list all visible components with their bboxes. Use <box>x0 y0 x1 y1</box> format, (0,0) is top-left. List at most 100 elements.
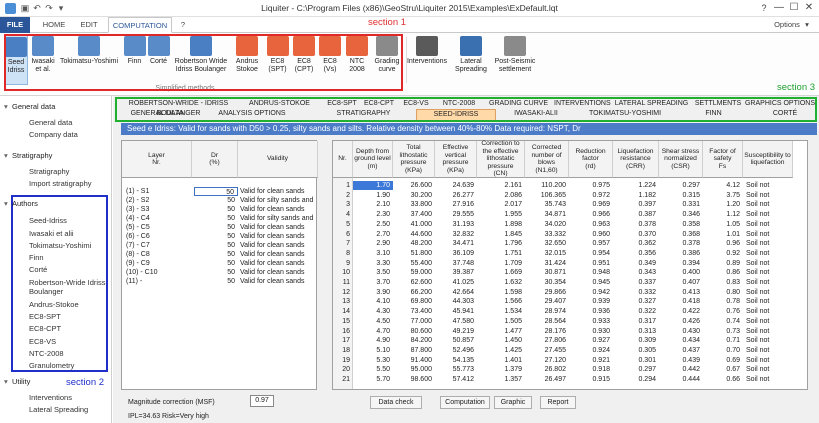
sidebar-item[interactable]: Robertson-Wride Idriss Boulanger <box>29 278 109 296</box>
sidebar-item[interactable]: NTC-2008 <box>29 349 64 358</box>
sidebar-item[interactable]: EC8-VS <box>29 337 56 346</box>
table-row[interactable]: 9 3.30 55.400 37.748 1.709 31.424 0.951 0.349 0.… <box>333 259 807 268</box>
tab-help[interactable]: ? <box>176 17 190 33</box>
tab-finn[interactable]: FINN <box>674 109 753 119</box>
sidebar-group-authors[interactable]: ▾ Authors <box>4 199 38 208</box>
table-row[interactable]: (5) - C5 50 Valid for clean sands <box>122 223 318 232</box>
tab-graphics-options[interactable]: GRAPHICS OPTIONS <box>743 99 817 109</box>
data-check-button[interactable]: Data check <box>370 396 422 409</box>
layer-cell[interactable]: 50 <box>194 205 238 214</box>
ribbon-button-interventions[interactable]: Interventions <box>404 35 450 85</box>
magnitude-input[interactable]: 0.97 <box>250 395 274 407</box>
tab-computation[interactable]: COMPUTATION <box>108 17 172 33</box>
computation-button[interactable]: Computation <box>440 396 490 409</box>
table-row[interactable]: 10 3.50 59.000 39.387 1.669 30.871 0.948 0.343 0… <box>333 268 807 277</box>
sidebar-item[interactable]: Import stratigraphy <box>29 179 92 188</box>
layer-cell[interactable]: 50 <box>194 232 238 241</box>
tab-ntc-2008[interactable]: NTC-2008 <box>435 99 483 109</box>
tab-edit[interactable]: EDIT <box>74 17 104 33</box>
tab-iwasaki-alii[interactable]: IWASAKI-ALII <box>496 109 576 119</box>
table-row[interactable]: 20 5.50 95.000 55.773 1.379 26.802 0.918 0.297 0… <box>333 365 807 374</box>
table-row[interactable]: 1 1.70 26.600 24.639 2.161 110.200 0.975 1.224 0… <box>333 181 807 190</box>
ribbon-button-lateral[interactable]: Lateral Spreading <box>452 35 490 85</box>
table-row[interactable]: 18 5.10 87.800 52.496 1.425 27.455 0.924 0.305 0… <box>333 346 807 355</box>
tab-interventions[interactable]: INTERVENTIONS <box>554 99 611 109</box>
table-row[interactable]: 12 3.90 66.200 42.664 1.598 29.866 0.942 0.332 0… <box>333 288 807 297</box>
table-row[interactable]: (8) - C8 50 Valid for clean sands <box>122 250 318 259</box>
tab-general-data[interactable]: GENERAL DATA <box>121 109 193 119</box>
layer-cell[interactable]: 50 <box>194 187 238 196</box>
table-row[interactable]: 6 2.70 44.600 32.832 1.845 33.332 0.960 0.370 0.… <box>333 230 807 239</box>
tab-ec8-cpt[interactable]: EC8-CPT <box>361 99 397 109</box>
table-row[interactable]: (1) - S1 50 Valid for clean sands <box>122 187 318 196</box>
sidebar-group-general-data[interactable]: ▾ General data <box>4 102 55 111</box>
sidebar-item[interactable]: Corté <box>29 265 47 274</box>
sidebar-item[interactable]: General data <box>29 118 72 127</box>
maximize-button[interactable]: ☐ <box>787 2 801 14</box>
tab-grading-curve[interactable]: GRADING CURVE <box>483 99 554 109</box>
tab-file[interactable]: FILE <box>0 17 30 33</box>
report-button[interactable]: Report <box>540 396 576 409</box>
sidebar-group-utility[interactable]: ▾ Utility <box>4 377 30 386</box>
sidebar-item[interactable]: EC8-SPT <box>29 312 61 321</box>
table-row[interactable]: (11) - 50 Valid for clean sands <box>122 277 318 286</box>
layer-cell[interactable]: 50 <box>194 268 238 277</box>
table-row[interactable]: 14 4.30 73.400 45.941 1.534 28.974 0.936 0.322 0… <box>333 307 807 316</box>
minimize-button[interactable]: — <box>772 2 786 14</box>
tab-home[interactable]: HOME <box>38 17 70 33</box>
sidebar-item[interactable]: Iwasaki et alii <box>29 229 74 238</box>
tab-ec8-spt[interactable]: EC8-SPT <box>323 99 361 109</box>
table-row[interactable]: (3) - S3 50 Valid for clean sands <box>122 205 318 214</box>
tab-stratigraphy[interactable]: STRATIGRAPHY <box>311 109 416 119</box>
layer-cell[interactable]: 50 <box>194 214 238 223</box>
expand-icon[interactable]: ▾ <box>4 102 12 111</box>
expand-icon[interactable]: ▾ <box>4 377 12 386</box>
options-menu[interactable]: Options <box>772 17 802 33</box>
graphic-button[interactable]: Graphic <box>494 396 532 409</box>
table-row[interactable]: 2 1.90 30.200 26.277 2.086 106.365 0.972 1.182 0… <box>333 191 807 200</box>
table-row[interactable]: 5 2.50 41.000 31.193 1.898 34.020 0.963 0.378 0.… <box>333 220 807 229</box>
tab-cort-[interactable]: CORTÉ <box>753 109 817 119</box>
layer-cell[interactable]: 50 <box>194 250 238 259</box>
tab-analysis-options[interactable]: ANALYSIS OPTIONS <box>193 109 311 119</box>
sidebar-item[interactable]: Interventions <box>29 393 72 402</box>
table-row[interactable]: 15 4.50 77.000 47.580 1.505 28.564 0.933 0.317 0… <box>333 317 807 326</box>
help-icon[interactable]: ? <box>757 2 771 14</box>
table-row[interactable]: (7) - C7 50 Valid for clean sands <box>122 241 318 250</box>
expand-icon[interactable]: ▾ <box>4 151 12 160</box>
table-row[interactable]: 11 3.70 62.600 41.025 1.632 30.354 0.945 0.337 0… <box>333 278 807 287</box>
tab-lateral-spreading[interactable]: LATERAL SPREADING <box>610 99 693 109</box>
sidebar-group-stratigraphy[interactable]: ▾ Stratigraphy <box>4 151 52 160</box>
expand-icon[interactable]: ▾ <box>4 199 12 208</box>
table-row[interactable]: 3 2.10 33.800 27.916 2.017 35.743 0.969 0.397 0.… <box>333 200 807 209</box>
table-row[interactable]: 4 2.30 37.400 29.555 1.955 34.871 0.966 0.387 0.… <box>333 210 807 219</box>
table-row[interactable]: (9) - C9 50 Valid for clean sands <box>122 259 318 268</box>
table-row[interactable]: (6) - C6 50 Valid for clean sands <box>122 232 318 241</box>
layer-cell[interactable]: 50 <box>194 241 238 250</box>
tab-seed-idriss[interactable]: SEED-IDRISS <box>416 109 496 120</box>
table-row[interactable]: 13 4.10 69.800 44.303 1.566 29.407 0.939 0.327 0… <box>333 297 807 306</box>
layer-cell[interactable]: 50 <box>194 259 238 268</box>
table-row[interactable]: 21 5.70 98.600 57.412 1.357 26.497 0.915 0.294 0… <box>333 375 807 384</box>
sidebar-item[interactable]: Finn <box>29 253 44 262</box>
table-row[interactable]: (10) - C10 50 Valid for clean sands <box>122 268 318 277</box>
table-row[interactable]: 16 4.70 80.600 49.219 1.477 28.176 0.930 0.313 0… <box>333 327 807 336</box>
table-row[interactable]: 7 2.90 48.200 34.471 1.796 32.650 0.957 0.362 0.… <box>333 239 807 248</box>
sidebar-item[interactable]: Granulometry <box>29 361 74 370</box>
table-row[interactable]: 8 3.10 51.800 36.109 1.751 32.015 0.954 0.356 0.… <box>333 249 807 258</box>
tab-andrus-stokoe[interactable]: ANDRUS-STOKOE <box>236 99 323 109</box>
table-row[interactable]: 19 5.30 91.400 54.135 1.401 27.120 0.921 0.301 0… <box>333 356 807 365</box>
tab-tokimatsu-yoshimi[interactable]: TOKIMATSU-YOSHIMI <box>576 109 674 119</box>
sidebar-item[interactable]: Lateral Spreading <box>29 405 88 414</box>
layer-cell[interactable]: 50 <box>194 277 238 286</box>
sidebar-item[interactable]: Company data <box>29 130 78 139</box>
table-row[interactable]: 17 4.90 84.200 50.857 1.450 27.806 0.927 0.309 0… <box>333 336 807 345</box>
sidebar-item[interactable]: Tokimatsu-Yoshimi <box>29 241 91 250</box>
table-row[interactable]: (2) - S2 50 Valid for silty sands and <box>122 196 318 205</box>
tab-ec8-vs[interactable]: EC8-VS <box>397 99 435 109</box>
sidebar-item[interactable]: Andrus-Stokoe <box>29 300 79 309</box>
sidebar-item[interactable]: Stratigraphy <box>29 167 69 176</box>
sidebar-item[interactable]: Seed-Idriss <box>29 216 67 225</box>
layer-cell[interactable]: 50 <box>194 196 238 205</box>
options-chevron-icon[interactable]: ▾ <box>802 17 812 33</box>
